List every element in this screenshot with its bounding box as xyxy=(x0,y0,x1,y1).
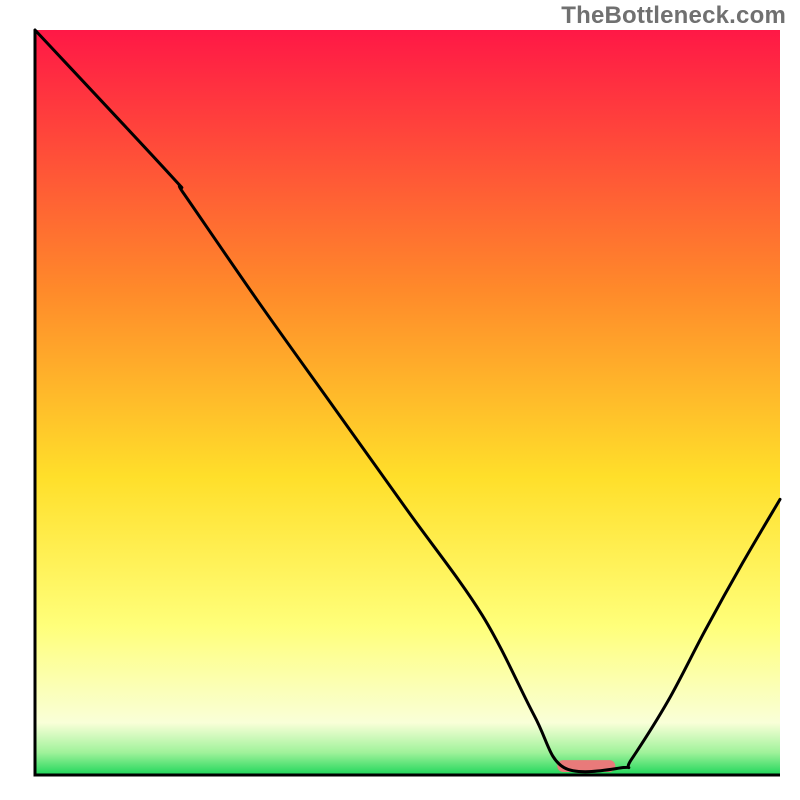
bottleneck-chart xyxy=(0,0,800,800)
chart-background xyxy=(35,30,780,775)
